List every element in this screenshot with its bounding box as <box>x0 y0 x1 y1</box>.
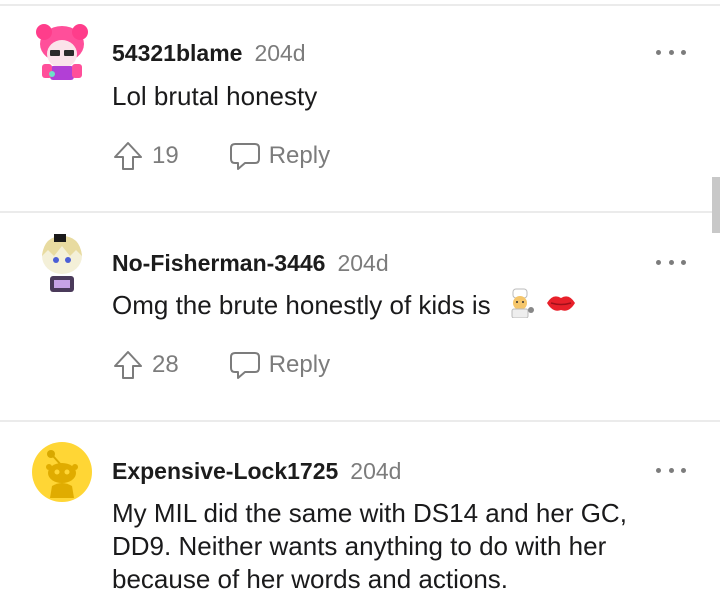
avatar[interactable] <box>32 442 92 502</box>
comment-actions: 19 Reply <box>112 139 330 173</box>
default-snoo-avatar-icon <box>32 442 92 502</box>
comment-body: My MIL did the same with DS14 and her GC… <box>112 497 692 596</box>
username-link[interactable]: No-Fisherman-3446 <box>112 250 325 276</box>
reply-bubble-icon <box>229 352 260 379</box>
comment-line: My MIL did the same with DS14 and her GC… <box>112 498 627 528</box>
comment-body: Lol brutal honesty <box>112 81 318 111</box>
reply-bubble-icon <box>229 143 260 170</box>
upvote-button[interactable]: 19 <box>112 140 179 172</box>
scrollbar[interactable] <box>712 177 720 233</box>
pink-anime-avatar-icon <box>36 24 88 80</box>
username-link[interactable]: Expensive-Lock1725 <box>112 458 338 484</box>
avatar[interactable] <box>32 22 92 82</box>
woman-cook-emoji <box>504 288 536 326</box>
avatar[interactable] <box>32 232 92 292</box>
comment-line: DD9. Neither wants anything to do with h… <box>112 531 607 561</box>
username-link[interactable]: 54321blame <box>112 40 242 66</box>
upvote-arrow-icon <box>114 351 142 379</box>
reply-button[interactable]: Reply <box>229 141 330 171</box>
comment-age: 204d <box>254 40 306 66</box>
upvote-button[interactable]: 28 <box>112 349 179 381</box>
reply-label: Reply <box>268 351 331 378</box>
upvote-arrow-icon <box>114 142 142 170</box>
username[interactable]: Expensive-Lock1725 204d <box>112 458 401 485</box>
kiss-mark-emoji <box>545 290 577 324</box>
username[interactable]: No-Fisherman-3446 204d <box>112 250 389 277</box>
username[interactable]: 54321blame 204d <box>112 40 306 67</box>
comment-age: 204d <box>350 458 402 484</box>
comment-actions: 28 Reply <box>112 348 330 382</box>
top-divider <box>0 4 720 6</box>
comment-divider <box>0 420 720 422</box>
comment-body: Omg the brute honestly of kids is <box>112 288 692 326</box>
comment-line: because of her words and actions. <box>112 564 509 594</box>
reply-button[interactable]: Reply <box>229 350 330 380</box>
vote-count: 19 <box>152 142 179 169</box>
blonde-avatar-icon <box>42 234 82 292</box>
more-options-icon[interactable] <box>656 466 686 474</box>
comment-divider <box>0 211 720 213</box>
more-options-icon[interactable] <box>656 48 686 56</box>
reply-label: Reply <box>268 142 331 169</box>
comment-age: 204d <box>337 250 389 276</box>
more-options-icon[interactable] <box>656 258 686 266</box>
vote-count: 28 <box>152 351 179 378</box>
comment-text: Omg the brute honestly of kids is <box>112 289 491 320</box>
